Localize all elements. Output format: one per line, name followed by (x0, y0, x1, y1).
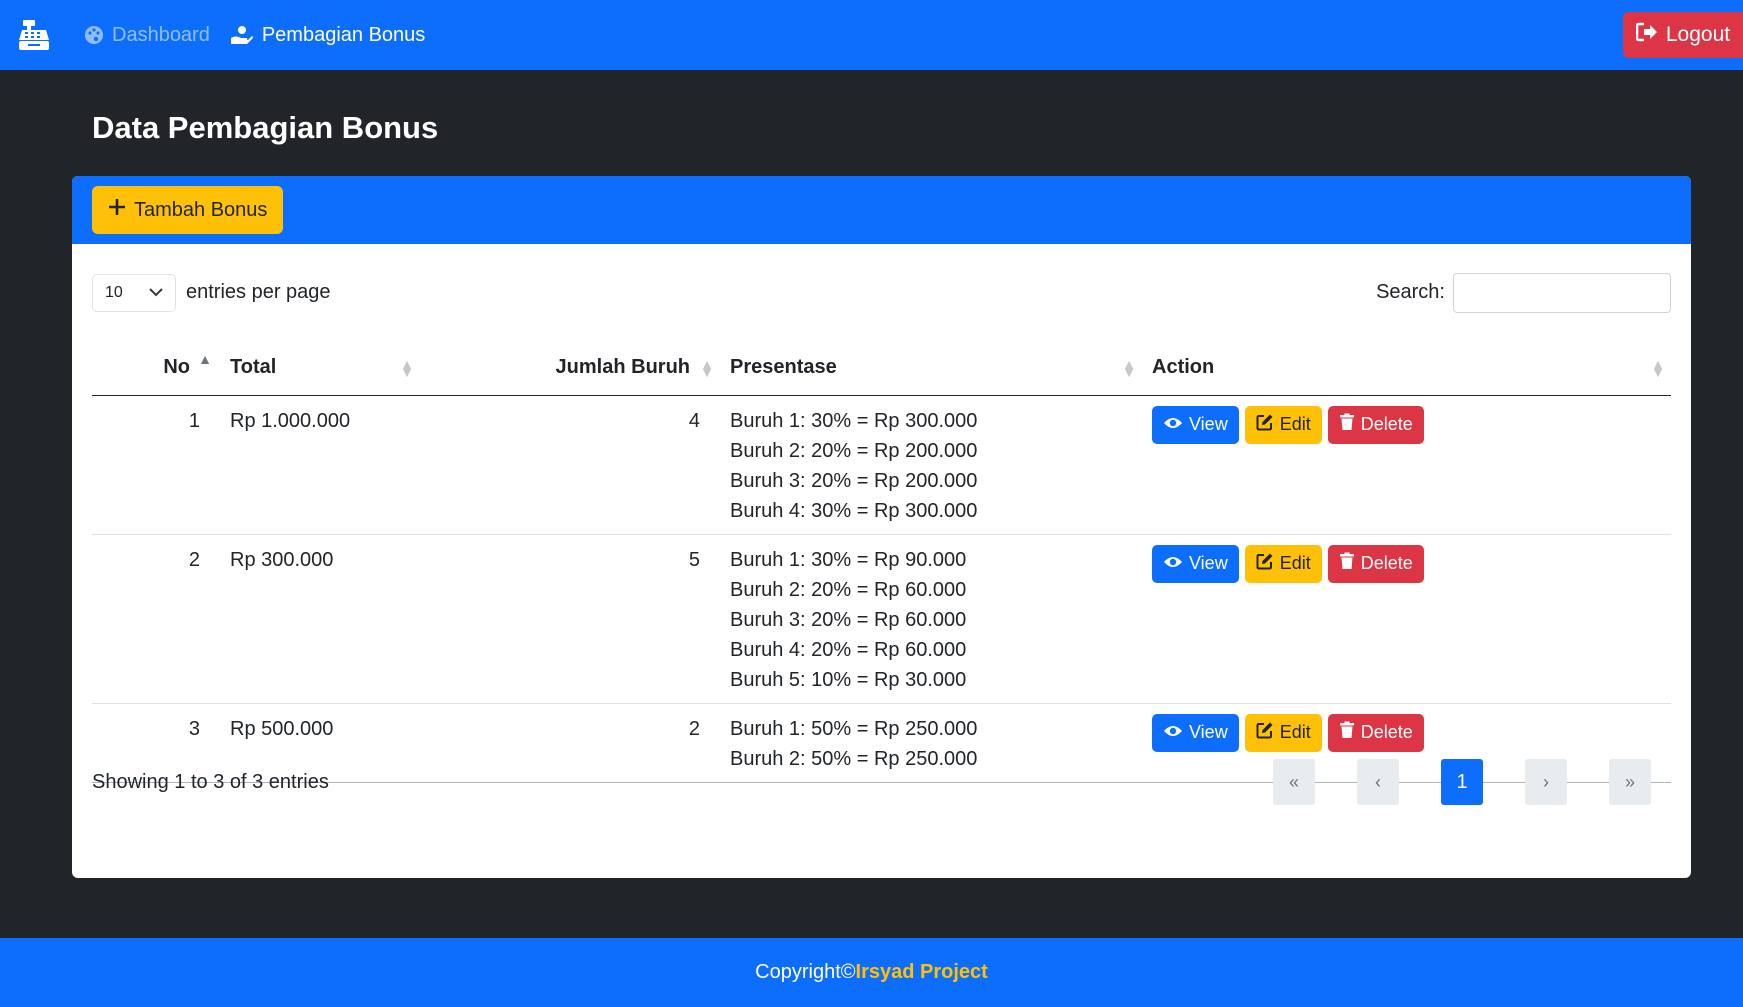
entries-control: 10 entries per page (92, 273, 331, 312)
bonus-table: No ▲ Total ▲ ▼ Jumlah Buruh ▲ ▼ Presentase… (92, 341, 1671, 783)
top-navbar: Dashboard Pembagian Bonus Logout (0, 0, 1743, 70)
eye-icon (1163, 414, 1183, 435)
cell-presentase: Buruh 1: 30% = Rp 90.000 Buruh 2: 20% = … (720, 534, 1142, 704)
presentase-line: Buruh 4: 30% = Rp 300.000 (730, 499, 978, 522)
column-header-action[interactable]: Action ▲ ▼ (1142, 341, 1671, 396)
row-actions: View Edit Delete (1152, 544, 1661, 583)
presentase-line: Buruh 3: 20% = Rp 200.000 (730, 469, 978, 492)
edit-icon (1256, 413, 1274, 436)
search-input[interactable] (1453, 272, 1671, 313)
palette-icon (84, 25, 104, 45)
sort-asc-icon: ▲ (198, 351, 212, 367)
pagination-prev[interactable]: ‹ (1357, 759, 1399, 805)
row-actions: View Edit Delete (1152, 405, 1661, 444)
pagination: « ‹ 1 › » (1273, 759, 1651, 805)
entries-select[interactable]: 10 (92, 273, 176, 312)
entries-label: entries per page (186, 281, 331, 303)
nav-dashboard-label: Dashboard (112, 23, 210, 46)
pagination-next[interactable]: › (1525, 759, 1567, 805)
cell-no: 1 (92, 395, 220, 535)
presentase-line: Buruh 3: 20% = Rp 60.000 (730, 608, 967, 631)
chevron-down-icon (149, 284, 163, 302)
delete-button[interactable]: Delete (1327, 544, 1424, 583)
trash-icon (1339, 413, 1355, 436)
cell-no: 2 (92, 534, 220, 704)
edit-icon (1256, 552, 1274, 575)
table-footer: Showing 1 to 3 of 3 entries « ‹ 1 › » (92, 752, 1671, 812)
pagination-first[interactable]: « (1273, 759, 1315, 805)
eye-icon (1163, 553, 1183, 574)
presentase-line: Buruh 1: 30% = Rp 90.000 (730, 548, 967, 571)
edit-button[interactable]: Edit (1244, 544, 1322, 583)
nav-pembagian-bonus[interactable]: Pembagian Bonus (230, 24, 425, 47)
sort-icon: ▲ ▼ (1122, 355, 1136, 380)
trash-icon (1339, 721, 1355, 744)
presentase-line: Buruh 2: 20% = Rp 200.000 (730, 439, 978, 462)
logout-button[interactable]: Logout (1623, 12, 1743, 58)
edit-button[interactable]: Edit (1244, 405, 1322, 444)
table-header-row: No ▲ Total ▲ ▼ Jumlah Buruh ▲ ▼ Presentase… (92, 341, 1671, 396)
edit-icon (1256, 721, 1274, 744)
pagination-last[interactable]: » (1609, 759, 1651, 805)
presentase-line: Buruh 2: 20% = Rp 60.000 (730, 578, 967, 601)
row-actions: View Edit Delete (1152, 713, 1661, 752)
nav-pembagian-bonus-label: Pembagian Bonus (261, 23, 426, 46)
column-header-jumlah-buruh[interactable]: Jumlah Buruh ▲ ▼ (420, 341, 720, 396)
cell-action: View Edit Delete (1142, 395, 1671, 535)
cell-total: Rp 300.000 (220, 534, 420, 704)
cell-jumlah-buruh: 5 (420, 534, 720, 704)
edit-button[interactable]: Edit (1244, 713, 1322, 752)
page-title: Data Pembagian Bonus (92, 110, 439, 145)
card-body: 10 entries per page Search: No ▲ Total ▲… (72, 244, 1691, 783)
search-label: Search: (1376, 281, 1445, 303)
logout-label: Logout (1665, 23, 1731, 46)
nav-dashboard[interactable]: Dashboard (84, 24, 210, 47)
presentase-line: Buruh 5: 10% = Rp 30.000 (730, 668, 967, 691)
copyright-text: Copyright© (755, 961, 856, 983)
table-controls: 10 entries per page Search: (92, 244, 1671, 341)
footer-brand-link[interactable]: Irsyad Project (856, 961, 988, 984)
trash-icon (1339, 552, 1355, 575)
view-button[interactable]: View (1152, 713, 1239, 752)
sort-icon: ▲ ▼ (700, 355, 714, 380)
eye-icon (1163, 722, 1183, 743)
pagination-page-1[interactable]: 1 (1441, 759, 1483, 805)
cell-action: View Edit Delete (1142, 534, 1671, 704)
cell-presentase: Buruh 1: 30% = Rp 300.000 Buruh 2: 20% =… (720, 395, 1142, 535)
search-control: Search: (1376, 272, 1671, 313)
tambah-bonus-button[interactable]: Tambah Bonus (92, 186, 284, 234)
column-header-presentase[interactable]: Presentase ▲ ▼ (720, 341, 1142, 396)
cell-total: Rp 1.000.000 (220, 395, 420, 535)
entries-select-value: 10 (105, 283, 123, 301)
column-header-no[interactable]: No ▲ (92, 341, 220, 396)
plus-icon (108, 198, 126, 222)
view-button[interactable]: View (1152, 544, 1239, 583)
column-header-total[interactable]: Total ▲ ▼ (220, 341, 420, 396)
table-info: Showing 1 to 3 of 3 entries (92, 770, 329, 793)
delete-button[interactable]: Delete (1327, 713, 1424, 752)
sort-icon: ▲ ▼ (1651, 355, 1665, 380)
sort-icon: ▲ ▼ (400, 355, 414, 380)
view-button[interactable]: View (1152, 405, 1239, 444)
page-footer: Copyright© Irsyad Project (0, 938, 1743, 1007)
tambah-bonus-label: Tambah Bonus (134, 198, 268, 221)
table-row: 1 Rp 1.000.000 4 Buruh 1: 30% = Rp 300.0… (92, 395, 1671, 535)
presentase-line: Buruh 1: 30% = Rp 300.000 (730, 409, 978, 432)
bonus-card: Tambah Bonus 10 entries per page Search: (72, 176, 1691, 878)
hand-holding-dollar-icon (230, 25, 254, 45)
card-header: Tambah Bonus (72, 176, 1691, 244)
presentase-line: Buruh 1: 50% = Rp 250.000 (730, 717, 978, 740)
sign-out-icon (1635, 22, 1658, 48)
delete-button[interactable]: Delete (1327, 405, 1424, 444)
presentase-line: Buruh 4: 20% = Rp 60.000 (730, 638, 967, 661)
table-row: 2 Rp 300.000 5 Buruh 1: 30% = Rp 90.000 … (92, 534, 1671, 704)
cash-register-icon[interactable] (16, 17, 52, 53)
cell-jumlah-buruh: 4 (420, 395, 720, 535)
